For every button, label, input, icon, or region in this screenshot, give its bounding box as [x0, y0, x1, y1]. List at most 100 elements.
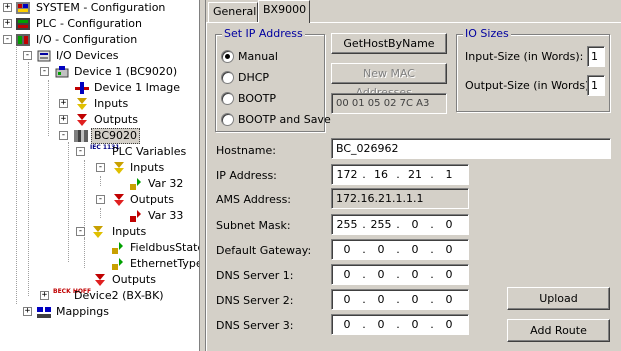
outputs-icon	[92, 272, 108, 288]
tree-item-label: I/O Devices	[56, 49, 119, 62]
expand-toggle[interactable]: +	[3, 19, 12, 28]
tree-item-label: I/O - Configuration	[36, 33, 138, 46]
ip-octet[interactable]: 0	[402, 290, 428, 309]
variable-input-icon	[110, 240, 126, 256]
ip-octet[interactable]: 0	[334, 265, 360, 284]
output-size-field[interactable]: 1	[587, 75, 605, 96]
add-route-button[interactable]: Add Route	[507, 319, 610, 342]
ip-octet[interactable]: 0	[368, 290, 394, 309]
dns-server-2-input[interactable]: 0 . 0 . 0 . 0	[331, 289, 469, 310]
ip-address-input[interactable]: 172 . 16 . 21 . 1	[331, 164, 469, 185]
collapse-toggle[interactable]: -	[40, 67, 49, 76]
expand-toggle[interactable]: +	[40, 291, 49, 300]
ip-octet[interactable]: 0	[436, 215, 462, 234]
radio-selected-icon	[221, 50, 234, 63]
ip-separator: .	[430, 218, 434, 231]
config-tree[interactable]: + SYSTEM - Configuration + PLC - Configu…	[0, 0, 200, 351]
variable-input-icon	[128, 176, 144, 192]
ip-octet[interactable]: 172	[334, 165, 360, 184]
inputs-icon	[111, 160, 127, 176]
subnet-mask-input[interactable]: 255 . 255 . 0 . 0	[331, 214, 469, 235]
tree-line	[28, 62, 29, 296]
radio-bootp[interactable]: BOOTP	[221, 91, 321, 107]
collapse-toggle[interactable]: -	[96, 163, 105, 172]
dns-server-3-label: DNS Server 3:	[216, 319, 294, 332]
hostname-input[interactable]: BC_026962	[331, 138, 611, 159]
new-mac-addresses-button[interactable]: New MAC Addresses...	[331, 63, 447, 99]
get-host-by-name-button[interactable]: GetHostByName	[331, 33, 447, 54]
ip-separator: .	[396, 168, 400, 181]
tab-bx9000[interactable]: BX9000	[258, 0, 310, 23]
tree-item-label: SYSTEM - Configuration	[36, 1, 166, 14]
ip-octet[interactable]: 255	[334, 215, 360, 234]
ip-octet[interactable]: 1	[436, 165, 462, 184]
ip-octet[interactable]: 0	[402, 215, 428, 234]
tree-item-label: Var 32	[148, 177, 184, 190]
ip-octet[interactable]: 0	[368, 265, 394, 284]
device-image-icon	[74, 80, 90, 96]
collapse-toggle[interactable]: -	[96, 195, 105, 204]
ip-octet[interactable]: 0	[436, 265, 462, 284]
ip-octet[interactable]: 0	[334, 240, 360, 259]
collapse-toggle[interactable]: -	[59, 131, 68, 140]
dns-server-3-input[interactable]: 0 . 0 . 0 . 0	[331, 314, 469, 335]
ip-separator: .	[430, 268, 434, 281]
upload-button[interactable]: Upload	[507, 287, 610, 310]
radio-dhcp[interactable]: DHCP	[221, 70, 321, 86]
radio-manual[interactable]: Manual	[221, 49, 321, 65]
outputs-icon	[74, 112, 90, 128]
ip-separator: .	[362, 268, 366, 281]
ip-octet[interactable]: 0	[334, 315, 360, 334]
plc-config-icon	[15, 16, 31, 32]
beckhoff-icon: BECK HOFF	[53, 288, 92, 295]
default-gateway-input[interactable]: 0 . 0 . 0 . 0	[331, 239, 469, 260]
ip-octet[interactable]: 21	[402, 165, 428, 184]
tab-panel-bx9000: Set IP Address Manual DHCP BOOTP BOOTP a…	[206, 22, 621, 351]
tree-item-label: BC9020	[91, 128, 141, 144]
ip-octet[interactable]: 0	[368, 315, 394, 334]
bus-coupler-icon	[73, 128, 89, 144]
radio-icon	[221, 71, 234, 84]
tree-line	[100, 208, 101, 218]
collapse-toggle[interactable]: -	[76, 147, 85, 156]
group-title: IO Sizes	[463, 27, 511, 40]
tree-line	[68, 142, 69, 262]
ip-octet[interactable]: 255	[368, 215, 394, 234]
collapse-toggle[interactable]: -	[76, 227, 85, 236]
expand-toggle[interactable]: +	[3, 3, 12, 12]
ip-octet[interactable]: 0	[436, 290, 462, 309]
expand-toggle[interactable]: +	[59, 99, 68, 108]
collapse-toggle[interactable]: -	[23, 51, 32, 60]
tab-general[interactable]: General	[208, 2, 258, 22]
dns-server-1-input[interactable]: 0 . 0 . 0 . 0	[331, 264, 469, 285]
dns-server-1-label: DNS Server 1:	[216, 269, 294, 282]
tree-item-label: PLC Variables	[112, 145, 187, 158]
ip-octet[interactable]: 0	[436, 315, 462, 334]
ip-octet[interactable]: 0	[402, 265, 428, 284]
ip-separator: .	[362, 318, 366, 331]
expand-toggle[interactable]: +	[59, 115, 68, 124]
ip-separator: .	[396, 293, 400, 306]
input-size-field[interactable]: 1	[587, 46, 605, 67]
tree-item-label: Device 1 Image	[94, 81, 181, 94]
tree-item-label: Inputs	[112, 225, 147, 238]
device-icon	[54, 64, 70, 80]
properties-pane: General BX9000 Set IP Address Manual DHC…	[206, 0, 621, 351]
ip-octet[interactable]: 0	[402, 315, 428, 334]
ip-octet[interactable]: 0	[402, 240, 428, 259]
ip-separator: .	[396, 318, 400, 331]
ip-octet[interactable]: 0	[334, 290, 360, 309]
ip-separator: .	[396, 243, 400, 256]
ip-separator: .	[430, 318, 434, 331]
ip-octet[interactable]: 16	[368, 165, 394, 184]
radio-bootp-and-save[interactable]: BOOTP and Save	[221, 112, 331, 128]
inputs-icon	[74, 96, 90, 112]
expand-toggle[interactable]: +	[23, 307, 32, 316]
mac-address-field: 00 01 05 02 7C A3	[331, 93, 447, 114]
collapse-toggle[interactable]: -	[3, 35, 12, 44]
variable-output-icon	[128, 208, 144, 224]
ip-separator: .	[430, 293, 434, 306]
ip-octet[interactable]: 0	[436, 240, 462, 259]
mappings-icon	[36, 304, 52, 320]
ip-octet[interactable]: 0	[368, 240, 394, 259]
